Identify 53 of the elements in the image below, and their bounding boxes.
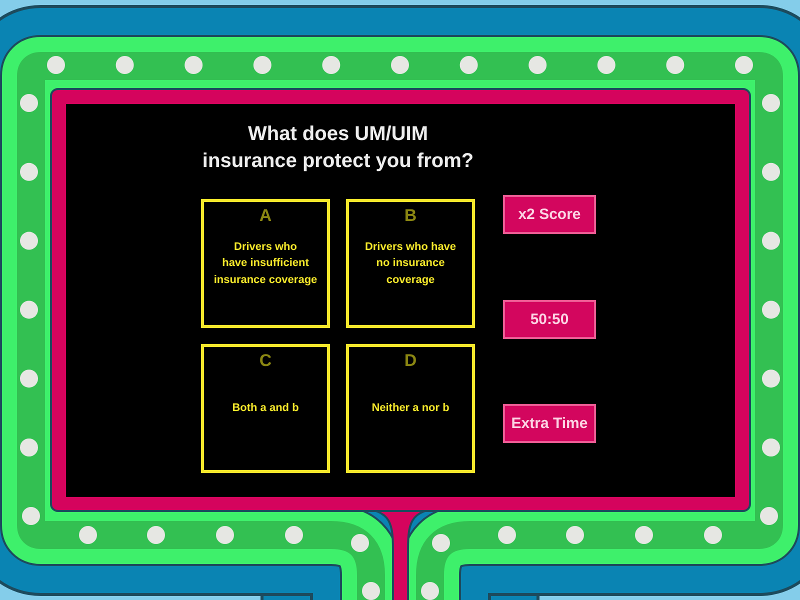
option-letter: A bbox=[259, 206, 272, 226]
marquee-light bbox=[322, 56, 340, 74]
marquee-light bbox=[735, 56, 753, 74]
marquee-light bbox=[528, 56, 547, 74]
marquee-light bbox=[116, 56, 134, 74]
marquee-light bbox=[147, 526, 165, 544]
option-letter: B bbox=[404, 206, 417, 226]
option-text: Both a and b bbox=[232, 401, 299, 416]
marquee-light bbox=[47, 56, 65, 74]
marquee-light bbox=[391, 56, 409, 74]
marquee-light bbox=[762, 232, 780, 250]
marquee-light bbox=[20, 300, 38, 319]
marquee-light bbox=[22, 507, 40, 525]
marquee-light bbox=[704, 526, 722, 544]
marquee-light bbox=[20, 94, 38, 112]
marquee-light bbox=[184, 56, 203, 74]
marquee-light bbox=[351, 534, 369, 552]
marquee-light bbox=[635, 526, 653, 544]
marquee-light bbox=[253, 56, 272, 74]
marquee-light bbox=[216, 526, 234, 544]
marquee-light bbox=[20, 438, 38, 456]
marquee-light bbox=[421, 582, 439, 600]
marquee-light bbox=[666, 56, 684, 74]
answer-option[interactable]: B Drivers who have no insurance coverage bbox=[346, 199, 475, 328]
marquee-light bbox=[566, 526, 584, 544]
marquee-light bbox=[20, 162, 38, 181]
option-text: Neither a nor b bbox=[372, 401, 450, 416]
marquee-light bbox=[762, 438, 780, 456]
marquee-light bbox=[762, 370, 780, 388]
marquee-light bbox=[597, 56, 616, 74]
power-up-button[interactable]: x2 Score bbox=[503, 195, 596, 234]
marquee-light bbox=[762, 94, 780, 112]
marquee-light bbox=[762, 300, 780, 319]
option-text: Drivers who have no insurance coverage bbox=[364, 240, 456, 288]
marquee-light bbox=[20, 370, 38, 388]
marquee-light bbox=[460, 56, 478, 74]
marquee-light bbox=[362, 582, 380, 600]
power-up-button[interactable]: Extra Time bbox=[503, 404, 596, 443]
marquee-light bbox=[760, 507, 778, 525]
question-text: What does UM/UIM insurance protect you from? bbox=[201, 122, 475, 174]
marquee-light bbox=[79, 526, 97, 544]
marquee-light bbox=[762, 162, 780, 181]
option-letter: D bbox=[404, 351, 417, 371]
answer-option[interactable]: A Drivers who have insufficient insurance coverage bbox=[201, 199, 330, 328]
power-up-button[interactable]: 50:50 bbox=[503, 300, 596, 338]
marquee-light bbox=[432, 534, 450, 552]
marquee-light bbox=[20, 232, 38, 250]
marquee-light bbox=[498, 526, 516, 544]
option-text: Drivers who have insufficient insurance coverage bbox=[214, 240, 318, 288]
answer-option[interactable]: C Both a and b bbox=[201, 344, 330, 473]
answer-option[interactable]: D Neither a nor b bbox=[346, 344, 475, 473]
option-letter: C bbox=[259, 351, 272, 371]
marquee-light bbox=[285, 526, 303, 544]
